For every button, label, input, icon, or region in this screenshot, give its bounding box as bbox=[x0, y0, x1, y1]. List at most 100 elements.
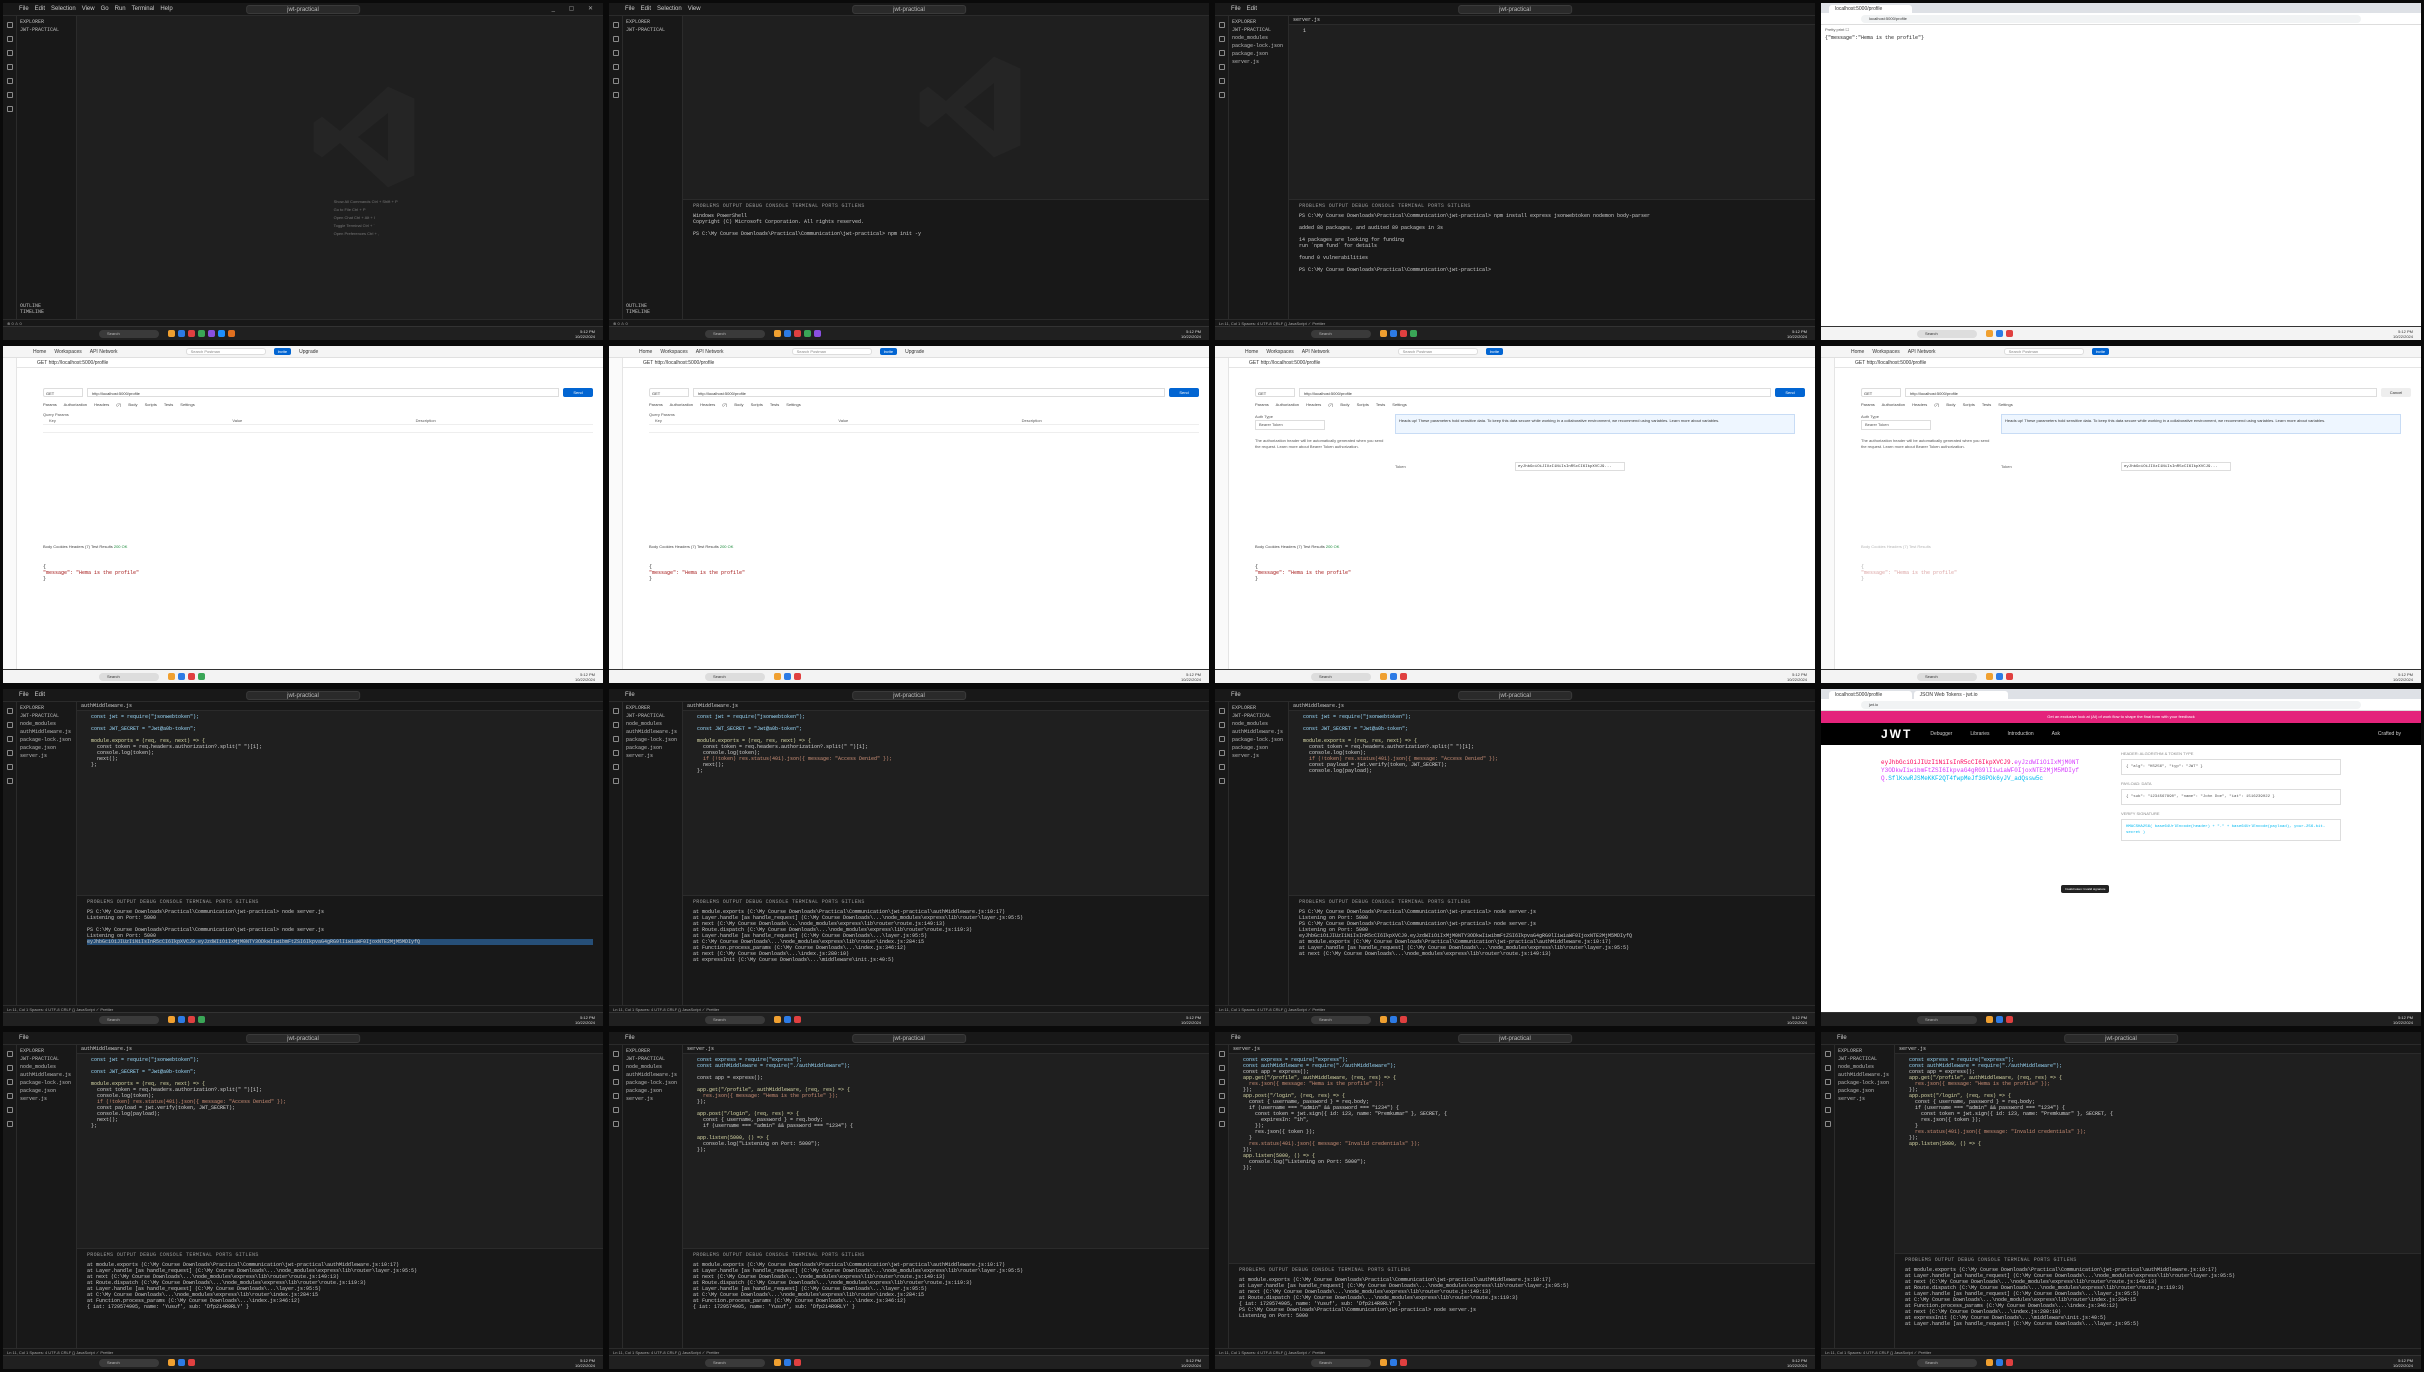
explorer[interactable]: EXPLORER JWT-PRACTICAL OUTLINE TIMELINE bbox=[623, 16, 683, 319]
taskbar[interactable]: Search 5:12 PM 10/22/2024 bbox=[1215, 1355, 1815, 1369]
query-params-table[interactable]: Query Params Key Value Description bbox=[43, 412, 593, 433]
promo-banner[interactable]: Get an exclusive look at (AI) of work fl… bbox=[1821, 711, 2421, 723]
tile-vscode-server-1[interactable]: File jwt-practical EXPLORER JWT-PRACTICAL n… bbox=[606, 1029, 1212, 1372]
request-tab[interactable]: GET http://localhost:5000/profile bbox=[1229, 358, 1815, 368]
postman-sidebar[interactable] bbox=[3, 358, 17, 669]
auth-type-panel[interactable]: Auth Type Bearer Token The authorization h… bbox=[1861, 414, 1991, 450]
taskbar[interactable]: Search 5:12 PM 10/22/2024 bbox=[3, 326, 603, 340]
taskbar[interactable]: Search 5:12 PM 10/22/2024 bbox=[609, 1012, 1209, 1026]
explorer[interactable]: EXPLORER JWT-PRACTICAL node_modules authMid… bbox=[17, 1045, 77, 1348]
address-bar[interactable]: localhost:5000/profile bbox=[1821, 13, 2421, 25]
activity-bar[interactable] bbox=[1215, 16, 1229, 319]
tile-vscode-server-3[interactable]: File jwt-practical EXPLORER JWT-PRACTICAL n… bbox=[1818, 1029, 2424, 1372]
terminal-panel[interactable]: PROBLEMS OUTPUT DEBUG CONSOLE TERMINAL P… bbox=[683, 1248, 1209, 1348]
activity-bar[interactable] bbox=[1821, 1045, 1835, 1348]
response-tabs[interactable]: Body Cookies Headers (7) Test Results 20… bbox=[1255, 544, 1805, 549]
taskbar[interactable]: Search 5:12 PM 10/22/2024 bbox=[1821, 1012, 2421, 1026]
request-tab[interactable]: GET http://localhost:5000/profile bbox=[1835, 358, 2421, 368]
send-button[interactable]: Send bbox=[563, 388, 593, 397]
browser-tabstrip[interactable]: localhost:5000/profile JSON Web Tokens -… bbox=[1821, 689, 2421, 699]
taskbar[interactable]: Search 5:12 PM 10/22/2024 bbox=[609, 1355, 1209, 1369]
url-field[interactable]: localhost:5000/profile bbox=[1861, 15, 2361, 23]
response-tabs[interactable]: Body Cookies Headers (7) Test Results 20… bbox=[649, 544, 1199, 549]
jwt-nav[interactable]: JWT Debugger Libraries Introduction Ask Craft… bbox=[1821, 723, 2421, 745]
url-row[interactable]: GET http://localhost:5000/profile Send bbox=[1255, 388, 1805, 398]
tile-postman-1[interactable]: Home Workspaces API Network Search Postman I… bbox=[0, 343, 606, 686]
postman-header[interactable]: Home Workspaces API Network Search Postman I… bbox=[609, 346, 1209, 358]
tile-vscode-welcome[interactable]: File Edit Selection View Go Run Terminal Help jw… bbox=[0, 0, 606, 343]
activity-bar[interactable] bbox=[609, 16, 623, 319]
url-row[interactable]: GET http://localhost:5000/profile Send bbox=[43, 388, 593, 398]
taskbar[interactable]: Search 5:12 PM 10/22/2024 bbox=[1821, 669, 2421, 683]
taskbar[interactable]: Search 5:12 PM 10/22/2024 bbox=[1821, 1355, 2421, 1369]
explorer[interactable]: EXPLORER JWT-PRACTICAL node_modules authMid… bbox=[623, 1045, 683, 1348]
encoded-token[interactable]: eyJhbGciOiJIUzI1NiIsInR5cCI6IkpXVCJ9.eyJ… bbox=[1881, 759, 2081, 783]
request-tabs[interactable]: Params Authorization Headers (7) Body Sc… bbox=[1861, 402, 2013, 407]
request-tabs[interactable]: Params Authorization Headers (7) Body Sc… bbox=[649, 402, 801, 407]
terminal-panel[interactable]: PROBLEMS OUTPUT DEBUG CONSOLE TERMINAL P… bbox=[1289, 895, 1815, 1005]
tile-vscode-npm-install[interactable]: File Edit jwt-practical EXPLORER JWT-PRACTI… bbox=[1212, 0, 1818, 343]
postman-header[interactable]: Home Workspaces API Network Search Postman I… bbox=[1215, 346, 1815, 358]
explorer[interactable]: EXPLORER JWT-PRACTICAL OUTLINE TIMELINE bbox=[17, 16, 77, 319]
cancel-button[interactable]: Cancel bbox=[2381, 388, 2411, 397]
jwt-debugger[interactable]: eyJhbGciOiJIUzI1NiIsInR5cCI6IkpXVCJ9.eyJ… bbox=[1821, 745, 2421, 1012]
query-params-table[interactable]: Query Params Key Value Description bbox=[649, 412, 1199, 433]
token-input[interactable]: eyJhbGciOiJIUzI1NiIsInR5cCI6IkpXVCJ9... bbox=[2121, 462, 2231, 471]
token-input[interactable]: eyJhbGciOiJIUzI1NiIsInR5cCI6IkpXVCJ9... bbox=[1515, 462, 1625, 471]
postman-sidebar[interactable] bbox=[1215, 358, 1229, 669]
activity-bar[interactable] bbox=[1215, 1045, 1229, 1348]
tile-postman-2[interactable]: Home Workspaces API Network Search Postman I… bbox=[606, 343, 1212, 686]
browser-tab[interactable]: localhost:5000/profile bbox=[1829, 5, 1913, 13]
explorer[interactable]: EXPLORER JWT-PRACTICAL node_modules authMid… bbox=[1229, 702, 1289, 1005]
request-tabs[interactable]: Params Authorization Headers (7) Body Sc… bbox=[1255, 402, 1407, 407]
explorer[interactable]: EXPLORER JWT-PRACTICAL node_modules authMid… bbox=[623, 702, 683, 1005]
tile-vscode-server-2[interactable]: File jwt-practical server.js const express… bbox=[1212, 1029, 1818, 1372]
tile-browser-profile[interactable]: localhost:5000/profile localhost:5000/pr… bbox=[1818, 0, 2424, 343]
terminal-panel[interactable]: PROBLEMS OUTPUT DEBUG CONSOLE TERMINAL P… bbox=[1895, 1253, 2421, 1348]
taskbar[interactable]: Search 5:12 PM 10/22/2024 bbox=[609, 669, 1209, 683]
taskbar[interactable]: Search 5:12 PM 10/22/2024 bbox=[609, 326, 1209, 340]
tile-vscode-auth-3[interactable]: File jwt-practical EXPLORER JWT-PRACTICAL n… bbox=[1212, 686, 1818, 1029]
browser-tabstrip[interactable]: localhost:5000/profile bbox=[1821, 3, 2421, 13]
terminal-panel[interactable]: PROBLEMS OUTPUT DEBUG CONSOLE TERMINAL P… bbox=[77, 895, 603, 1005]
activity-bar[interactable] bbox=[609, 702, 623, 1005]
request-tab[interactable]: GET http://localhost:5000/profile bbox=[623, 358, 1209, 368]
tile-vscode-auth-2[interactable]: File jwt-practical EXPLORER JWT-PRACTICAL n… bbox=[606, 686, 1212, 1029]
postman-header[interactable]: Home Workspaces API Network Search Postman I… bbox=[1821, 346, 2421, 358]
tile-vscode-terminal[interactable]: File Edit Selection View jwt-practical EXPLO… bbox=[606, 0, 1212, 343]
activity-bar[interactable] bbox=[3, 16, 17, 319]
tile-jwt-io[interactable]: localhost:5000/profile JSON Web Tokens -… bbox=[1818, 686, 2424, 1029]
terminal-panel[interactable]: PROBLEMS OUTPUT DEBUG CONSOLE TERMINAL P… bbox=[683, 199, 1209, 319]
postman-sidebar[interactable] bbox=[1821, 358, 1835, 669]
tile-vscode-auth-1[interactable]: File Edit jwt-practical EXPLORER JWT-PRACTI… bbox=[0, 686, 606, 1029]
taskbar[interactable]: Search 5:12 PM 10/22/2024 bbox=[3, 1012, 603, 1026]
request-tab[interactable]: GET http://localhost:5000/profile bbox=[17, 358, 603, 368]
send-button[interactable]: Send bbox=[1775, 388, 1805, 397]
address-bar[interactable]: jwt.io bbox=[1821, 699, 2421, 711]
taskbar[interactable]: Search 5:12 PM 10/22/2024 bbox=[1215, 326, 1815, 340]
activity-bar[interactable] bbox=[3, 702, 17, 1005]
request-tabs[interactable]: Params Authorization Headers (7) Body Sc… bbox=[43, 402, 195, 407]
url-row[interactable]: GET http://localhost:5000/profile Send bbox=[649, 388, 1199, 398]
terminal-panel[interactable]: PROBLEMS OUTPUT DEBUG CONSOLE TERMINAL P… bbox=[683, 895, 1209, 1005]
response-tabs[interactable]: Body Cookies Headers (7) Test Results bbox=[1861, 544, 2411, 549]
terminal-panel[interactable]: PROBLEMS OUTPUT DEBUG CONSOLE TERMINAL P… bbox=[1289, 199, 1815, 319]
tile-postman-auth-sending[interactable]: Home Workspaces API Network Search Postman I… bbox=[1818, 343, 2424, 686]
taskbar[interactable]: Search 5:12 PM 10/22/2024 bbox=[1821, 326, 2421, 340]
explorer[interactable]: EXPLORER JWT-PRACTICAL node_modules package… bbox=[1229, 16, 1289, 319]
terminal-panel[interactable]: PROBLEMS OUTPUT DEBUG CONSOLE TERMINAL P… bbox=[1229, 1263, 1815, 1348]
pretty-print-toggle[interactable]: Pretty print ☐ bbox=[1825, 27, 1849, 32]
send-button[interactable]: Send bbox=[1169, 388, 1199, 397]
taskbar[interactable]: Search 5:12 PM 10/22/2024 bbox=[1215, 1012, 1815, 1026]
taskbar[interactable]: Search 5:12 PM 10/22/2024 bbox=[3, 669, 603, 683]
tile-vscode-auth-4[interactable]: File jwt-practical EXPLORER JWT-PRACTICAL n… bbox=[0, 1029, 606, 1372]
postman-header[interactable]: Home Workspaces API Network Search Postman I… bbox=[3, 346, 603, 358]
explorer[interactable]: EXPLORER JWT-PRACTICAL node_modules authMid… bbox=[1835, 1045, 1895, 1348]
taskbar[interactable]: Search 5:12 PM 10/22/2024 bbox=[3, 1355, 603, 1369]
taskbar[interactable]: Search 5:12 PM 10/22/2024 bbox=[1215, 669, 1815, 683]
activity-bar[interactable] bbox=[1215, 702, 1229, 1005]
response-tabs[interactable]: Body Cookies Headers (7) Test Results 20… bbox=[43, 544, 593, 549]
auth-type-panel[interactable]: Auth Type Bearer Token The authorization h… bbox=[1255, 414, 1385, 450]
activity-bar[interactable] bbox=[3, 1045, 17, 1348]
url-row[interactable]: GET http://localhost:5000/profile Cancel bbox=[1861, 388, 2411, 398]
